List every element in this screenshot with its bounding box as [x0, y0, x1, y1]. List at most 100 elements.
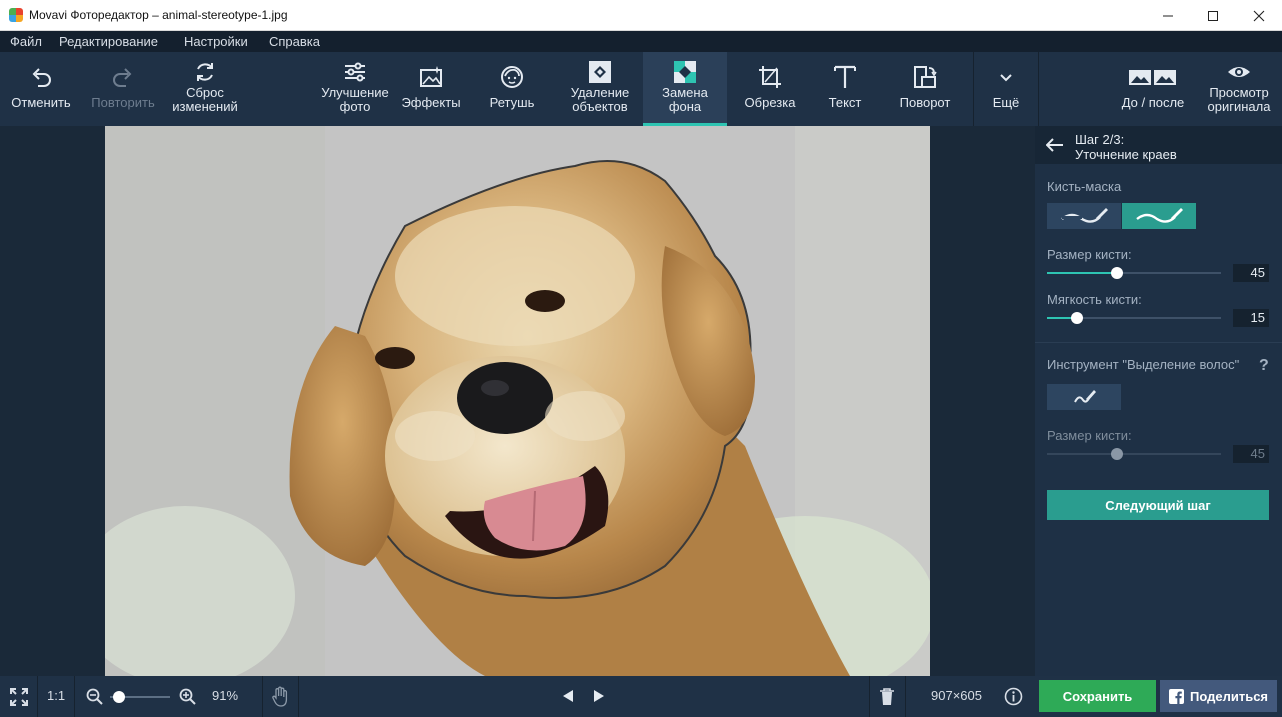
enhance-label-2: фото	[339, 99, 371, 114]
undo-icon	[32, 68, 51, 87]
main-toolbar: Отменить Повторить Сброс изменений Улучш…	[0, 52, 1282, 126]
trash-icon[interactable]	[879, 687, 895, 706]
rotate-button[interactable]: Поворот	[888, 52, 962, 126]
crop-button[interactable]: Обрезка	[735, 52, 805, 126]
remove-objects-label-1: Удаление	[570, 85, 630, 100]
brush-keep-icon	[1136, 208, 1183, 223]
status-bar: 1:1 91% 907×605 Сохранить Поделиться	[0, 676, 1282, 717]
zoom-level: 91%	[212, 688, 239, 703]
facebook-icon	[1168, 688, 1184, 704]
bottom-separator	[37, 676, 38, 717]
brush-size-label: Размер кисти:	[1047, 247, 1132, 262]
menu-help[interactable]: Справка	[269, 34, 320, 49]
remove-objects-icon	[589, 61, 611, 83]
hair-brush-size-handle[interactable]	[1110, 448, 1123, 460]
question-icon[interactable]: ?	[1257, 356, 1271, 372]
menu-edit[interactable]: Редактирование	[59, 34, 158, 49]
replace-background-icon	[674, 61, 696, 83]
hair-brush-icon	[1074, 390, 1096, 403]
zoom-out-icon[interactable]	[86, 688, 104, 706]
reset-icon	[197, 63, 213, 81]
hair-tool-button[interactable]	[1047, 384, 1121, 410]
hand-icon[interactable]	[271, 686, 289, 708]
crop-label: Обрезка	[744, 95, 796, 110]
next-step-button[interactable]: Следующий шаг	[1047, 490, 1269, 520]
bottom-separator	[74, 676, 75, 717]
sliders-icon	[345, 62, 365, 82]
zoom-slider-handle[interactable]	[113, 691, 125, 703]
redo-button[interactable]: Повторить	[84, 52, 162, 126]
brush-size-value[interactable]: 45	[1233, 264, 1269, 282]
brush-softness-handle[interactable]	[1070, 312, 1083, 324]
share-button[interactable]: Поделиться	[1160, 680, 1277, 712]
title-bar: Movavi Фоторедактор – animal-stereotype-…	[0, 0, 1282, 31]
reset-label-1: Сброс	[186, 85, 224, 100]
remove-objects-label-2: объектов	[572, 99, 628, 114]
menu-settings[interactable]: Настройки	[184, 34, 248, 49]
actual-size-button[interactable]: 1:1	[47, 688, 65, 703]
preview-original-button[interactable]: Просмотр оригинала	[1200, 52, 1278, 126]
close-button[interactable]	[1236, 0, 1281, 31]
bottom-separator	[869, 676, 870, 717]
menu-bar: Файл Редактирование Настройки Справка	[0, 31, 1282, 52]
text-button[interactable]: Текст	[812, 52, 878, 126]
photo-canvas[interactable]	[105, 126, 930, 676]
reset-button[interactable]: Сброс изменений	[166, 52, 244, 126]
brush-size-fill	[1047, 272, 1117, 274]
bottom-separator	[298, 676, 299, 717]
step-title: Шаг 2/3: Уточнение краев	[1075, 132, 1177, 162]
brush-keep-button[interactable]	[1122, 203, 1196, 229]
before-after-icon	[1129, 70, 1176, 85]
zoom-in-icon[interactable]	[179, 688, 197, 706]
enhance-label-1: Улучшение	[321, 85, 389, 100]
info-icon[interactable]	[1004, 687, 1023, 706]
effects-button[interactable]: Эффекты	[396, 52, 466, 126]
bottom-separator	[905, 676, 906, 717]
next-icon[interactable]	[592, 689, 606, 703]
before-after-button[interactable]: До / после	[1108, 52, 1198, 126]
hair-brush-size-label: Размер кисти:	[1047, 428, 1132, 443]
toolbar-separator	[1038, 52, 1039, 126]
undo-button[interactable]: Отменить	[3, 52, 79, 126]
save-button[interactable]: Сохранить	[1039, 680, 1156, 712]
hair-brush-size-slider[interactable]	[1047, 448, 1221, 460]
reset-label-2: изменений	[172, 99, 238, 114]
more-button[interactable]: Ещё	[974, 52, 1038, 126]
brush-erase-icon	[1061, 208, 1108, 223]
fullscreen-icon[interactable]	[9, 687, 29, 707]
minimize-icon	[1162, 15, 1173, 16]
menu-file[interactable]: Файл	[10, 34, 42, 49]
arrow-left-icon[interactable]	[1046, 138, 1064, 152]
dog-photo	[105, 126, 930, 676]
window-title: Movavi Фоторедактор – animal-stereotype-…	[29, 8, 288, 22]
crop-icon	[759, 66, 781, 88]
remove-objects-button[interactable]: Удаление объектов	[558, 52, 642, 126]
brush-size-handle[interactable]	[1110, 267, 1123, 279]
panel-divider	[1035, 342, 1282, 343]
undo-label: Отменить	[11, 95, 71, 110]
brush-softness-label: Мягкость кисти:	[1047, 292, 1142, 307]
brush-softness-value[interactable]: 15	[1233, 309, 1269, 327]
image-dimensions: 907×605	[931, 688, 982, 703]
zoom-slider[interactable]	[110, 691, 170, 703]
brush-size-slider[interactable]	[1047, 267, 1221, 279]
effects-label: Эффекты	[401, 95, 461, 110]
brush-softness-slider[interactable]	[1047, 312, 1221, 324]
preview-original-label-2: оригинала	[1207, 99, 1271, 114]
hair-brush-size-value[interactable]: 45	[1233, 445, 1269, 463]
replace-background-button[interactable]: Замена фона	[643, 52, 727, 126]
hair-tool-label: Инструмент "Выделение волос"	[1047, 357, 1240, 372]
background-replace-panel: Шаг 2/3: Уточнение краев Кисть-маска Раз…	[1035, 126, 1282, 676]
rotate-label: Поворот	[899, 95, 951, 110]
retouch-button[interactable]: Ретушь	[478, 52, 546, 126]
enhance-button[interactable]: Улучшение фото	[315, 52, 395, 126]
replace-background-label-1: Замена	[662, 85, 708, 100]
minimize-button[interactable]	[1145, 0, 1190, 31]
face-icon	[501, 66, 523, 88]
close-icon	[1253, 10, 1264, 21]
step-description: Уточнение краев	[1075, 147, 1177, 162]
canvas-workspace[interactable]	[0, 126, 1035, 676]
prev-icon[interactable]	[561, 689, 575, 703]
brush-erase-button[interactable]	[1047, 203, 1121, 229]
maximize-button[interactable]	[1190, 0, 1235, 31]
